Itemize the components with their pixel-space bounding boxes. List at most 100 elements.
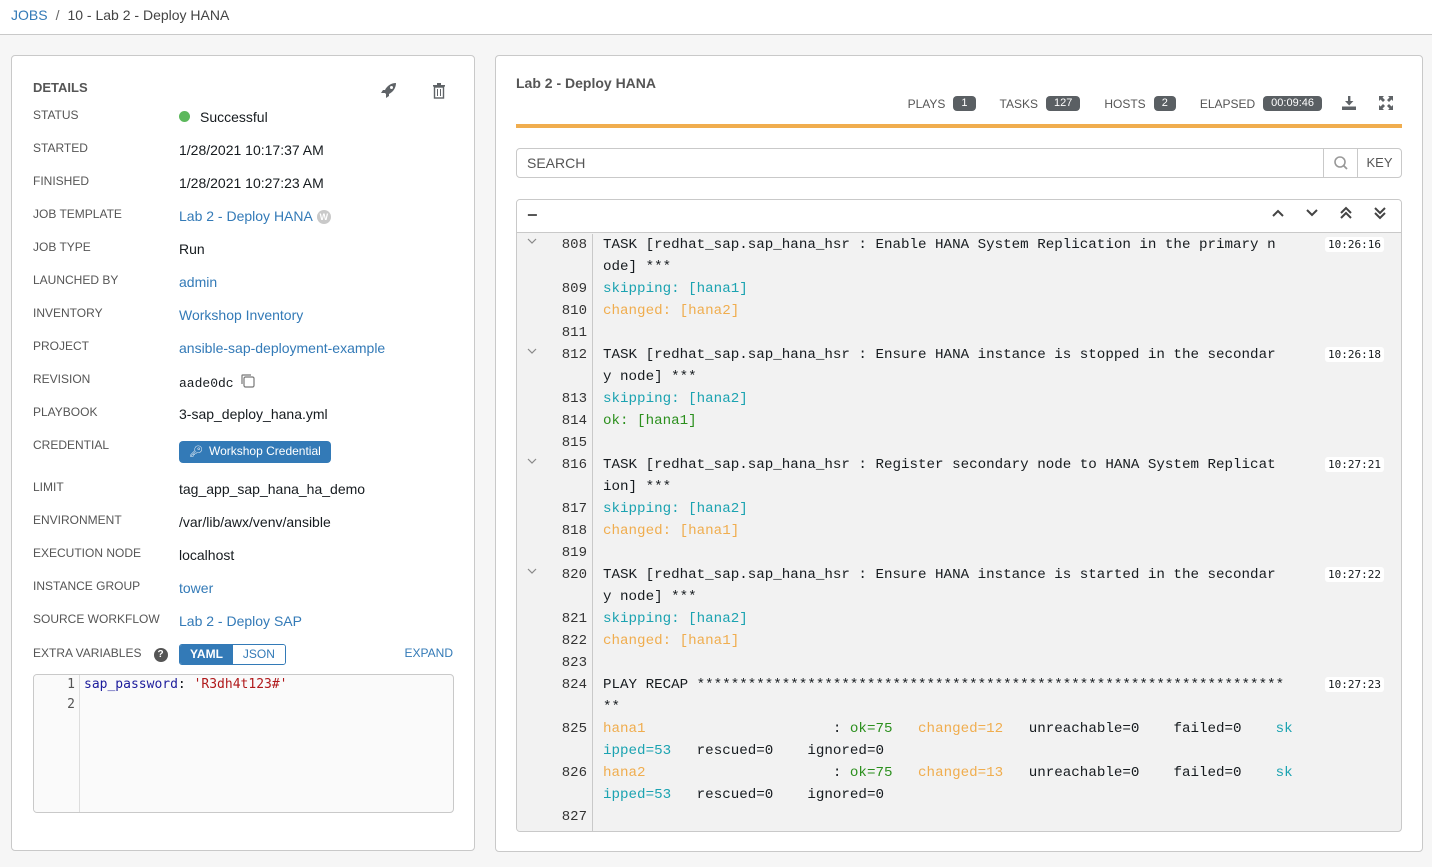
log-line-number: 822: [561, 633, 587, 649]
revision-label: REVISION: [33, 372, 91, 386]
credential-tag-label: Workshop Credential: [208, 444, 321, 458]
collapse-all-button[interactable]: −: [527, 205, 538, 226]
job-template-link[interactable]: Lab 2 - Deploy HANA: [179, 208, 313, 224]
log-line-number: 815: [561, 435, 587, 451]
log-line: 821 skipping: [hana2]: [517, 608, 1401, 630]
log-line-text: ok: [hana1]: [603, 413, 697, 429]
log-segment: :: [645, 765, 850, 781]
help-icon[interactable]: ?: [153, 648, 168, 662]
source-workflow-link[interactable]: Lab 2 - Deploy SAP: [179, 613, 302, 629]
log-line-number: 820: [561, 567, 587, 583]
log-line: 811: [517, 322, 1401, 344]
rocket-icon[interactable]: [380, 81, 398, 104]
log-line-text: changed: [hana1]: [603, 523, 739, 539]
log-line: 814 ok: [hana1]: [517, 410, 1401, 432]
revision-row: REVISION aade0dc: [33, 372, 453, 392]
playbook-row: PLAYBOOK 3-sap_deploy_hana.yml: [33, 405, 453, 425]
collapse-task-chevron-icon[interactable]: [527, 236, 537, 248]
log-line-number: 819: [561, 545, 587, 561]
log-line-text: skipping: [hana2]: [603, 611, 748, 627]
breadcrumb-jobs-link[interactable]: JOBS: [11, 7, 48, 23]
search-button[interactable]: [1323, 149, 1357, 177]
log-line-number: 810: [561, 303, 587, 319]
log-line: 822 changed: [hana1]: [517, 630, 1401, 652]
log-segment: :: [645, 721, 850, 737]
fullscreen-icon[interactable]: [1379, 96, 1393, 115]
project-label: PROJECT: [33, 339, 90, 353]
credential-tag[interactable]: 🔑︎ Workshop Credential: [179, 441, 331, 463]
log-line: 812 TASK [redhat_sap.sap_hana_hsr : Ensur…: [517, 344, 1401, 366]
limit-row: LIMIT tag_app_sap_hana_ha_demo: [33, 480, 453, 500]
log-segment: skipping: [hana2]: [603, 501, 748, 517]
scroll-top-icon[interactable]: [1329, 206, 1363, 225]
status-row: STATUS Successful: [33, 108, 453, 128]
log-line-text: skipping: [hana2]: [603, 391, 748, 407]
log-line-text: TASK [redhat_sap.sap_hana_hsr : Ensure H…: [603, 567, 1276, 583]
launched-by-link[interactable]: admin: [179, 274, 217, 290]
revision-hash: aade0dc: [179, 376, 234, 391]
environment-row: ENVIRONMENT /var/lib/awx/venv/ansible: [33, 513, 453, 533]
job-template-row: JOB TEMPLATE Lab 2 - Deploy HANA W: [33, 207, 453, 227]
log-line-text: TASK [redhat_sap.sap_hana_hsr : Register…: [603, 457, 1276, 473]
search-input[interactable]: [517, 149, 1323, 177]
log-segment: ode] ***: [603, 259, 672, 275]
log-line-text: ipped=53 rescued=0 ignored=0: [603, 787, 884, 803]
instance-group-link[interactable]: tower: [179, 580, 213, 596]
log-line-text: TASK [redhat_sap.sap_hana_hsr : Ensure H…: [603, 347, 1276, 363]
expand-link[interactable]: EXPAND: [405, 646, 453, 660]
collapse-task-chevron-icon[interactable]: [527, 346, 537, 358]
log-segment: y node] ***: [603, 369, 697, 385]
log-line-number: 824: [561, 677, 587, 693]
project-row: PROJECT ansible-sap-deployment-example: [33, 339, 453, 359]
editor-gutter: 1 2: [34, 675, 80, 812]
environment-label: ENVIRONMENT: [33, 513, 122, 527]
log-line: 826 hana2 : ok=75 changed=13 unreachable=…: [517, 762, 1401, 784]
log-line-text: skipping: [hana1]: [603, 281, 748, 297]
log-timestamp: 10:27:23: [1325, 677, 1384, 692]
log-segment: [893, 765, 919, 781]
launched-by-row: LAUNCHED BY admin: [33, 273, 453, 293]
status-text: Successful: [200, 109, 268, 125]
job-counts: PLAYS 1 TASKS 127 HOSTS 2 ELAPSED 00:09:46: [908, 96, 1322, 111]
inventory-link[interactable]: Workshop Inventory: [179, 307, 303, 323]
job-template-value: Lab 2 - Deploy HANA W: [179, 208, 331, 224]
workflow-badge-icon: W: [316, 210, 331, 224]
log-line-text: hana1 : ok=75 changed=12 unreachable=0 f…: [603, 721, 1293, 737]
job-output-log: − 808 TASK [redhat_sap.sap_hana_hsr : Ena…: [516, 199, 1402, 832]
search-icon: [1334, 156, 1348, 170]
download-icon[interactable]: [1342, 96, 1356, 115]
log-line: 824 PLAY RECAP **************************…: [517, 674, 1401, 696]
job-progress-fill: [516, 124, 1402, 128]
trash-icon[interactable]: [432, 83, 446, 104]
log-line: 823: [517, 652, 1401, 674]
json-toggle-button[interactable]: JSON: [232, 645, 285, 664]
extra-variables-editor[interactable]: 1 2 sap_password: 'R3dh4t123#': [33, 674, 454, 813]
editor-line: sap_password: 'R3dh4t123#': [84, 675, 288, 695]
execution-node-value: localhost: [179, 547, 235, 563]
collapse-task-chevron-icon[interactable]: [527, 456, 537, 468]
copy-icon[interactable]: [240, 373, 256, 392]
log-line-number: 809: [561, 281, 587, 297]
launched-by-label: LAUNCHED BY: [33, 273, 119, 287]
log-line-text: ion] ***: [603, 479, 671, 495]
log-line: ode] ***: [517, 256, 1401, 278]
key-button[interactable]: KEY: [1357, 149, 1401, 177]
log-line-text: **: [603, 699, 620, 715]
project-link[interactable]: ansible-sap-deployment-example: [179, 340, 385, 356]
scroll-bottom-icon[interactable]: [1363, 206, 1397, 225]
scroll-page-up-icon[interactable]: [1261, 206, 1295, 225]
yaml-toggle-button[interactable]: YAML: [180, 645, 233, 664]
collapse-task-chevron-icon[interactable]: [527, 566, 537, 578]
log-line-number: 813: [561, 391, 587, 407]
log-line-number: 826: [561, 765, 587, 781]
log-line-text: PLAY RECAP *****************************…: [603, 677, 1284, 693]
log-timestamp: 10:26:16: [1325, 237, 1384, 252]
yaml-colon: :: [177, 677, 194, 692]
log-line: ipped=53 rescued=0 ignored=0: [517, 784, 1401, 806]
details-title: DETAILS: [33, 80, 88, 95]
log-segment: TASK [redhat_sap.sap_hana_hsr : Ensure H…: [603, 567, 1276, 583]
log-segment: **: [603, 699, 621, 715]
scroll-page-down-icon[interactable]: [1295, 206, 1329, 225]
log-line-number: 825: [561, 721, 587, 737]
credential-label: CREDENTIAL: [33, 438, 110, 452]
